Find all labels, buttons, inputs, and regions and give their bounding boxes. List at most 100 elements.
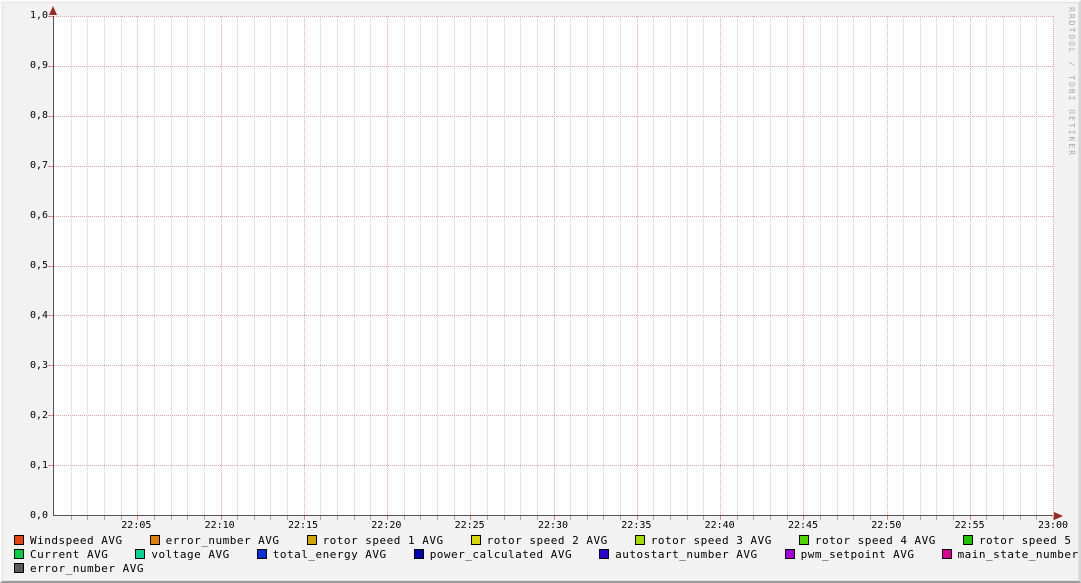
legend-swatch [14,563,24,573]
legend-item: voltage AVG [135,548,229,561]
legend-swatch [599,549,610,559]
legend-item: rotor speed 1 AVG [306,534,444,547]
x-axis-tick [1019,516,1021,520]
watermark: RRDTOOL / TOBI OETIKER [1067,7,1076,157]
x-axis-tick [919,516,921,520]
x-axis-tick [853,516,855,520]
horizontal-major-gridline [54,365,1053,367]
x-axis-tick [686,516,688,520]
x-axis-label: 23:00 [1037,520,1069,531]
legend-label: error_number AVG [165,533,280,547]
x-axis-tick [187,516,189,520]
y-axis-tick [48,165,53,167]
y-axis-label: 0,6 [29,210,48,221]
y-axis-label: 0,7 [29,160,48,171]
legend-item: rotor speed 3 AVG [634,533,772,547]
y-axis-label: 0,2 [29,410,48,421]
legend-label: Windspeed AVG [30,533,123,547]
y-axis-tick [48,215,53,217]
x-axis-label: 22:50 [871,520,902,531]
x-axis-tick [753,516,755,520]
legend-swatch [306,535,317,545]
x-axis-tick [103,516,105,520]
legend-item: error_number AVG [14,562,144,575]
legend-item: total_energy AVG [256,547,387,561]
x-axis-tick [353,516,355,520]
x-axis-tick [903,516,905,520]
x-axis-label: 22:25 [454,520,485,531]
y-axis-label: 0,9 [29,60,48,71]
x-axis-tick [170,516,172,520]
y-axis-arrow-icon [49,6,57,15]
horizontal-major-gridline [54,16,1053,17]
legend-label: rotor speed 2 AVG [486,533,608,547]
legend-swatch [256,549,267,559]
x-axis-tick [670,516,672,520]
legend-row: error_number AVG [14,561,1075,575]
x-axis-tick [1003,516,1005,520]
horizontal-major-gridline [54,65,1053,67]
legend-item: power_calculated AVG [413,547,573,561]
x-axis-tick [153,516,155,520]
x-axis-tick [486,516,488,520]
x-axis-tick [570,516,572,520]
legend-item: rotor speed 4 AVG [798,534,936,547]
legend-label: rotor speed 3 AVG [650,533,772,547]
x-axis-label: 22:45 [787,520,819,531]
x-axis-tick [603,516,605,520]
legend-swatch [14,549,24,559]
y-axis-tick [48,365,53,367]
x-axis-tick [936,516,938,520]
x-axis-tick [403,516,405,520]
legend: Windspeed AVG error_number AVG rotor speed… [14,533,1079,575]
x-axis-tick [337,516,339,520]
x-axis-tick [586,516,588,520]
x-axis-tick [653,516,655,520]
x-axis-tick [736,516,738,520]
x-axis-tick [270,516,272,520]
legend-label: main_state_number AVG [957,547,1079,561]
legend-item: rotor speed 5 AVG [962,533,1079,547]
legend-swatch [413,549,424,559]
legend-swatch [470,535,481,545]
y-axis-tick [48,115,53,117]
x-axis-arrow-icon [1054,512,1063,520]
x-axis-tick [253,516,255,520]
x-axis-tick [520,516,522,520]
x-axis-label: 22:05 [121,520,152,531]
legend-label: total_energy AVG [272,547,387,561]
legend-label: rotor speed 5 AVG [978,533,1079,547]
legend-swatch [962,535,973,545]
legend-item: pwm_setpoint AVG [784,547,915,561]
horizontal-major-gridline [54,465,1053,467]
x-axis-label: 22:30 [537,520,569,531]
y-axis-tick [48,465,53,467]
x-axis-tick [836,516,838,520]
x-axis-label: 22:20 [371,520,402,531]
x-axis-tick [819,516,821,520]
horizontal-major-gridline [54,115,1053,117]
legend-swatch [941,549,952,559]
legend-label: error_number AVG [30,561,144,575]
legend-label: autostart_number AVG [615,547,758,561]
y-axis-tick [48,65,53,67]
y-axis-label: 0,0 [29,510,48,521]
legend-label: pwm_setpoint AVG [800,547,915,561]
y-axis-label: 0,1 [29,460,48,471]
horizontal-major-gridline [54,315,1053,317]
vertical-major-gridline [1053,16,1054,515]
y-axis-label: 0,5 [29,260,48,271]
legend-swatch [784,549,795,559]
legend-label: power_calculated AVG [429,547,573,561]
x-axis-label: 22:35 [621,520,652,531]
legend-swatch [135,549,146,559]
x-axis-label: 22:55 [954,520,985,531]
horizontal-major-gridline [54,265,1053,267]
y-axis-label: 0,4 [29,310,48,321]
x-axis-tick [436,516,438,520]
legend-row: Current AVG voltage AVG total_energy AVG po… [14,547,1079,561]
y-axis-tick [48,16,53,17]
legend-swatch [149,535,160,545]
legend-item: autostart_number AVG [599,548,757,561]
legend-label: Current AVG [30,547,109,561]
